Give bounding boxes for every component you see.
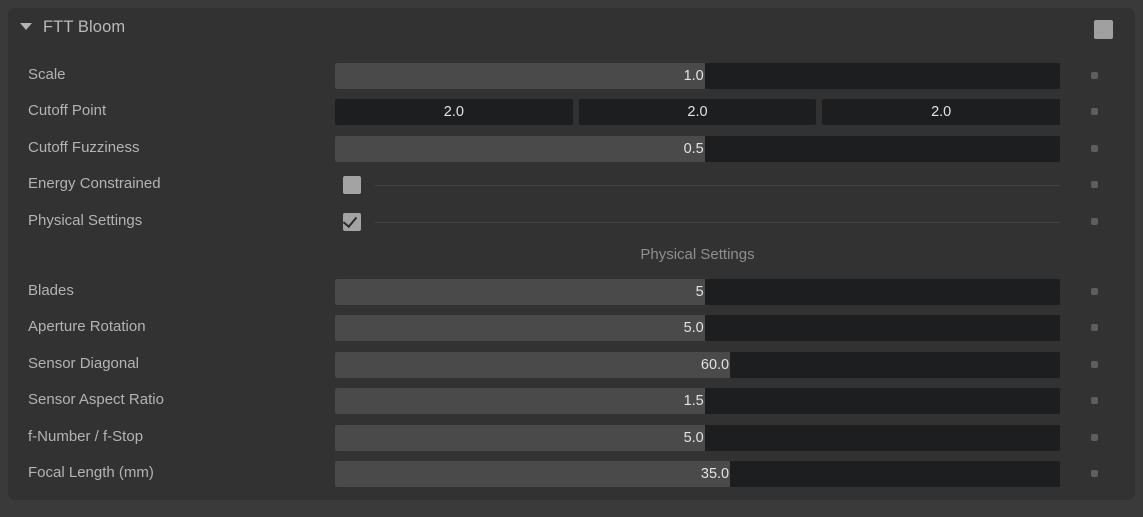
checkbox-row: [335, 209, 1060, 235]
vector-component-0[interactable]: 2.0: [335, 99, 573, 126]
row-override-dot[interactable]: [1091, 144, 1098, 152]
vector-component-value: 2.0: [443, 104, 464, 121]
slider-fill: [335, 63, 705, 89]
slider-aperture-rotation[interactable]: 5.0: [335, 315, 1060, 342]
row-label-f-number-f-stop: f-Number / f-Stop: [28, 427, 144, 445]
row-override-dot[interactable]: [1091, 181, 1098, 189]
row-override-dot[interactable]: [1091, 433, 1098, 441]
slider-fill: [335, 424, 705, 451]
slider-value: 60.0: [700, 356, 730, 373]
property-row: Sensor Aspect Ratio 1.5: [8, 383, 1135, 419]
row-override-dot[interactable]: [1091, 108, 1098, 116]
row-label-sensor-diagonal: Sensor Diagonal: [28, 354, 139, 372]
row-label-blades: Blades: [28, 281, 74, 299]
vector-component-1[interactable]: 2.0: [578, 99, 817, 126]
slider-fill: [335, 278, 705, 305]
control-scale: 1.0: [335, 63, 1060, 89]
row-override-dot[interactable]: [1091, 287, 1098, 295]
slider-blades[interactable]: 5: [335, 278, 1060, 305]
property-rows: Scale 1.0 Cutoff Point 2.0 2.0 2.0 Cutoff Fuzz…: [8, 58, 1135, 492]
property-row: Sensor Diagonal 60.0: [8, 347, 1135, 383]
triangle-down-icon[interactable]: [20, 23, 32, 30]
slider-value: 1.5: [683, 393, 704, 410]
control-energy-constrained: [335, 172, 1060, 198]
row-label-energy-constrained: Energy Constrained: [28, 175, 161, 193]
row-label-focal-length-mm: Focal Length (mm): [28, 463, 154, 481]
control-focal-length-mm: 35.0: [335, 460, 1060, 487]
property-row: Physical Settings: [8, 204, 1135, 240]
slider-value: 5.0: [683, 429, 704, 446]
checkbox-row: [335, 172, 1060, 198]
slider-fill: [335, 351, 731, 378]
control-physical-settings: [335, 209, 1060, 235]
control-cutoff-fuzziness: 0.5: [335, 135, 1060, 162]
control-sensor-diagonal: 60.0: [335, 351, 1060, 378]
control-blades: 5: [335, 278, 1060, 305]
row-override-dot[interactable]: [1091, 360, 1098, 368]
property-row: Scale 1.0: [8, 58, 1135, 94]
property-row: Aperture Rotation 5.0: [8, 310, 1135, 346]
check-icon: [342, 212, 358, 228]
panel-header[interactable]: FTT Bloom: [8, 8, 1135, 50]
panel-enable-checkbox[interactable]: [1094, 20, 1113, 39]
row-override-dot[interactable]: [1091, 72, 1098, 79]
slider-value: 5.0: [683, 320, 704, 337]
row-override-dot[interactable]: [1091, 469, 1098, 477]
section-heading-row: Physical Settings: [8, 240, 1135, 274]
vector-field-cutoff-point: 2.0 2.0 2.0: [335, 99, 1061, 126]
control-aperture-rotation: 5.0: [335, 315, 1060, 342]
row-label-cutoff-point: Cutoff Point: [28, 102, 107, 120]
row-label-physical-settings: Physical Settings: [28, 211, 143, 229]
slider-f-number-f-stop[interactable]: 5.0: [335, 424, 1060, 451]
row-override-dot[interactable]: [1091, 217, 1098, 225]
control-sensor-aspect-ratio: 1.5: [335, 388, 1060, 415]
vector-component-2[interactable]: 2.0: [822, 99, 1061, 126]
ftt-bloom-panel: FTT Bloom Scale 1.0 Cutoff Point 2.0 2.0 2.0 C…: [8, 8, 1135, 500]
slider-value: 1.0: [683, 68, 704, 84]
slider-value: 0.5: [683, 140, 704, 157]
slider-sensor-aspect-ratio[interactable]: 1.5: [335, 388, 1060, 415]
property-row: Energy Constrained: [8, 167, 1135, 203]
divider: [375, 185, 1060, 187]
row-override-dot[interactable]: [1091, 397, 1098, 405]
checkbox-energy-constrained[interactable]: [343, 176, 361, 195]
row-override-dot[interactable]: [1091, 324, 1098, 332]
slider-scale[interactable]: 1.0: [335, 63, 1060, 89]
divider: [375, 221, 1060, 223]
property-row: Cutoff Fuzziness 0.5: [8, 131, 1135, 167]
row-label-sensor-aspect-ratio: Sensor Aspect Ratio: [28, 391, 164, 409]
checkbox-physical-settings[interactable]: [342, 212, 361, 231]
property-row: Blades 5: [8, 274, 1135, 310]
slider-focal-length-mm[interactable]: 35.0: [335, 460, 1060, 487]
slider-fill: [335, 315, 705, 342]
control-cutoff-point: 2.0 2.0 2.0: [335, 99, 1061, 126]
slider-cutoff-fuzziness[interactable]: 0.5: [335, 135, 1060, 162]
slider-fill: [335, 388, 705, 415]
slider-sensor-diagonal[interactable]: 60.0: [335, 351, 1060, 378]
row-label-aperture-rotation: Aperture Rotation: [28, 318, 146, 336]
property-row: Focal Length (mm) 35.0: [8, 456, 1135, 492]
slider-value: 5: [695, 283, 704, 300]
row-label-cutoff-fuzziness: Cutoff Fuzziness: [28, 138, 140, 156]
slider-value: 35.0: [700, 465, 730, 482]
row-label-scale: Scale: [28, 66, 66, 83]
section-heading: Physical Settings: [640, 245, 755, 263]
slider-fill: [335, 135, 705, 162]
page-title: FTT Bloom: [43, 18, 126, 36]
control-f-number-f-stop: 5.0: [335, 424, 1060, 451]
property-row: f-Number / f-Stop 5.0: [8, 420, 1135, 456]
vector-component-value: 2.0: [687, 104, 708, 121]
slider-fill: [335, 460, 731, 487]
property-row: Cutoff Point 2.0 2.0 2.0: [8, 94, 1135, 130]
vector-component-value: 2.0: [931, 104, 952, 121]
